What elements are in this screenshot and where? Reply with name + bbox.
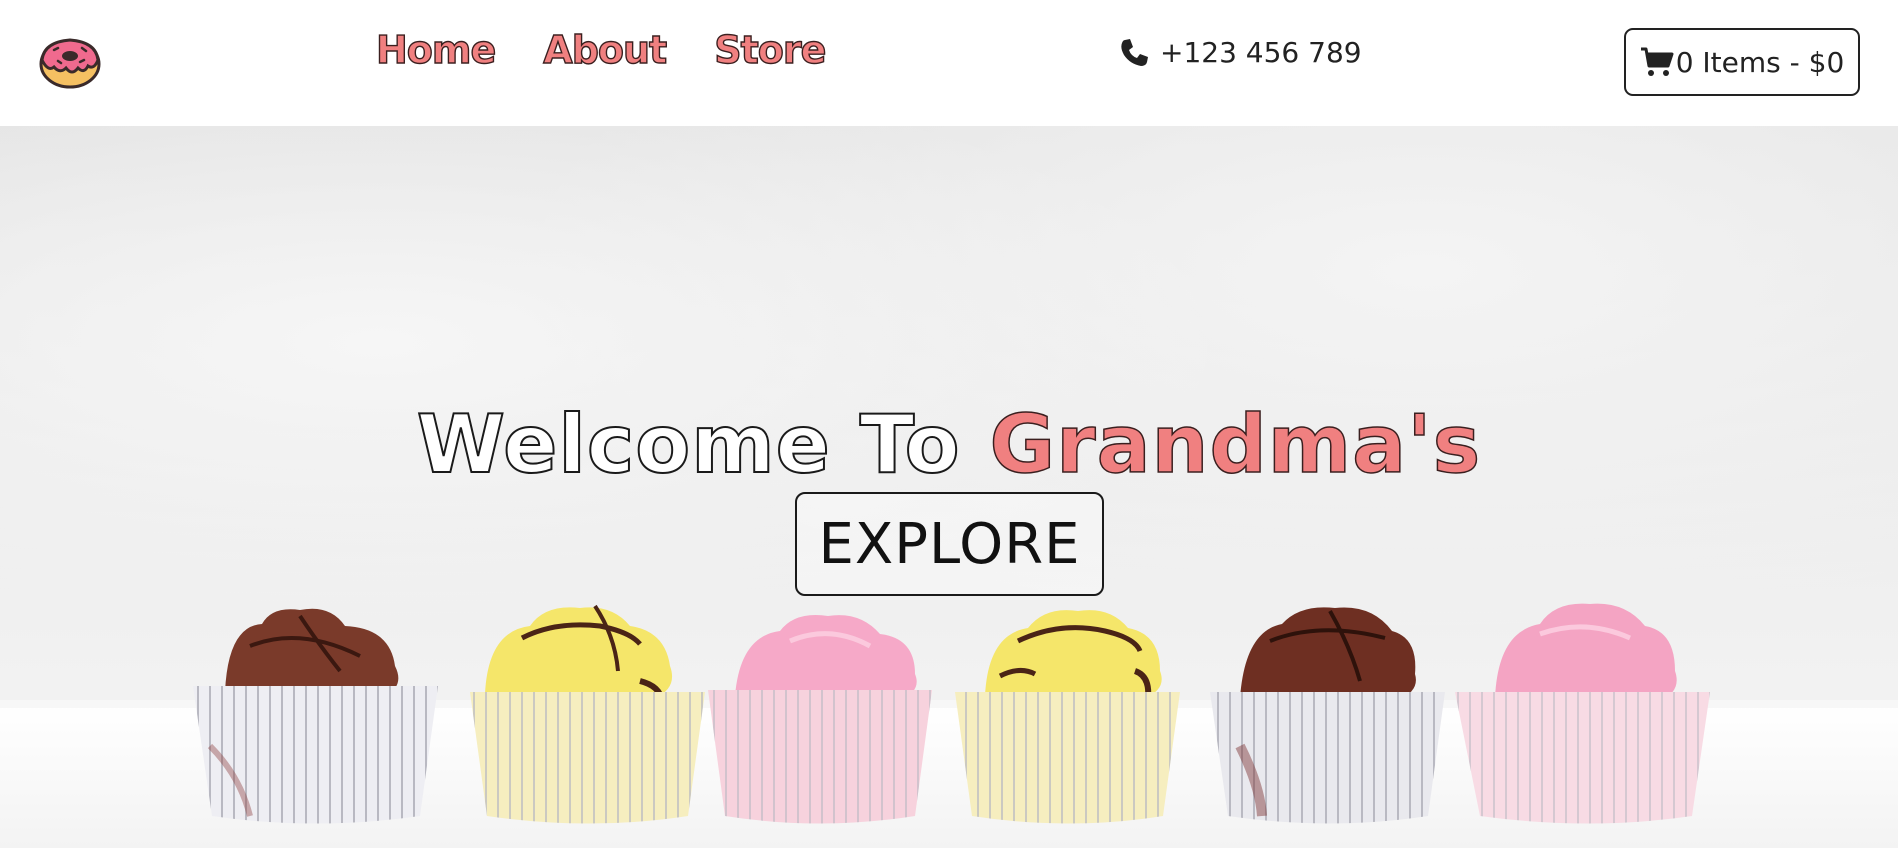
navbar: Home About Store +123 456 789 0 Items - … xyxy=(0,0,1898,126)
donut-icon[interactable] xyxy=(38,36,102,90)
explore-button[interactable]: EXPLORE xyxy=(795,492,1104,596)
cupcake-chocolate-2 xyxy=(1210,607,1445,824)
main-nav: Home About Store xyxy=(375,27,828,72)
cupcake-pink-2 xyxy=(1455,603,1710,824)
hero-title: Welcome To Grandma's xyxy=(0,397,1898,492)
phone-number: +123 456 789 xyxy=(1160,36,1362,69)
hero-title-brand: Grandma's xyxy=(989,397,1482,492)
contact-phone: +123 456 789 xyxy=(1118,36,1362,69)
shopping-cart-icon xyxy=(1640,47,1674,76)
cupcake-yellow-1 xyxy=(470,604,705,824)
nav-home-link[interactable]: Home xyxy=(375,27,497,72)
cupcake-chocolate-1 xyxy=(193,608,438,824)
cupcake-pink-1 xyxy=(708,615,932,824)
hero-title-welcome: Welcome To xyxy=(416,397,990,492)
cupcake-yellow-2 xyxy=(955,610,1180,824)
nav-store-link[interactable]: Store xyxy=(714,27,828,72)
phone-icon xyxy=(1121,38,1148,66)
cart-button[interactable]: 0 Items - $0 xyxy=(1624,28,1860,96)
cart-summary: 0 Items - $0 xyxy=(1675,45,1845,79)
nav-about-link[interactable]: About xyxy=(543,27,668,72)
hero-section: Welcome To Grandma's EXPLORE xyxy=(0,126,1898,848)
